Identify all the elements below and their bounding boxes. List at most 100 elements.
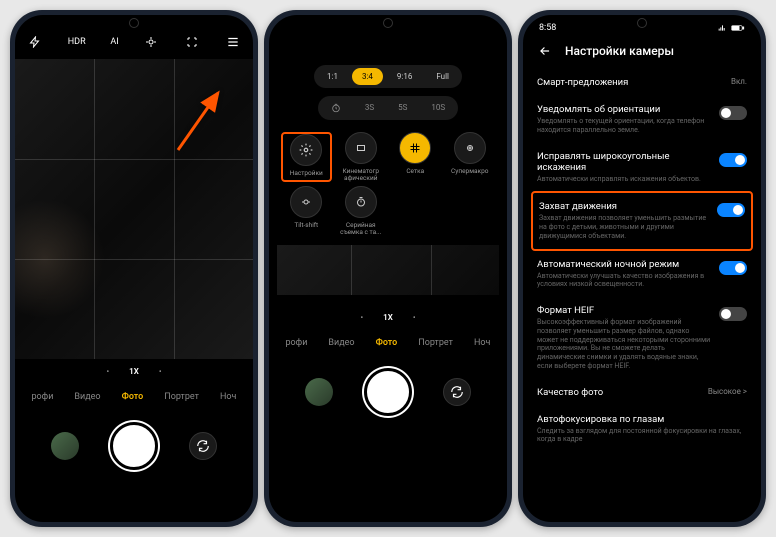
zoom-tele[interactable]: • (159, 367, 162, 376)
mode-video[interactable]: Видео (74, 392, 100, 402)
toggle-switch[interactable] (719, 307, 747, 321)
tool-burst-label: Серийная съемка с та... (337, 222, 385, 236)
mode-photo[interactable]: Фото (376, 338, 398, 348)
setting-description: Высокоэффективный формат изображений поз… (537, 318, 711, 371)
setting-description: Следить за взглядом для постоянной фокус… (537, 427, 747, 445)
settings-list[interactable]: Смарт-предложения Вкл. Уведомлять об ори… (523, 69, 761, 452)
tool-tiltshift[interactable]: Tilt-shift (281, 186, 332, 236)
aspect-full[interactable]: Full (426, 68, 459, 85)
mode-portrait[interactable]: Портрет (164, 392, 199, 402)
tool-settings[interactable]: Настройки (281, 132, 332, 182)
camera-tools-grid: Настройки Кинематогр афический Сетка Суп… (277, 120, 499, 241)
ai-toggle[interactable]: AI (110, 37, 118, 47)
mode-photo[interactable]: Фото (122, 392, 144, 402)
filter-icon[interactable] (143, 34, 159, 50)
setting-label: Захват движения (539, 201, 709, 212)
setting-label: Исправлять широкоугольные искажения (537, 151, 711, 173)
timer-icon[interactable] (321, 99, 351, 117)
setting-description: Уведомлять о текущей ориентации, когда т… (537, 117, 711, 135)
burst-icon (345, 186, 377, 218)
aspect-3-4[interactable]: 3:4 (352, 68, 383, 85)
mode-night[interactable]: Ноч (474, 338, 490, 348)
zoom-tele[interactable]: • (413, 313, 416, 322)
camera-app-screen-expanded: 1:1 3:4 9:16 Full 3S 5S 10S Настройки Ки… (269, 15, 507, 522)
setting-description: Автоматически исправлять искажения объек… (537, 175, 711, 184)
mode-video[interactable]: Видео (328, 338, 354, 348)
setting-value: Высокое > (708, 387, 747, 398)
settings-header: Настройки камеры (523, 37, 761, 69)
phone-frame-1: HDR AI • 1X • рофи Видео Фото Портрет Но… (10, 10, 258, 527)
camera-notch (129, 18, 139, 28)
lens-glare (15, 199, 105, 319)
menu-icon[interactable] (225, 34, 241, 50)
zoom-1x[interactable]: 1X (129, 367, 139, 376)
shutter-row (269, 356, 507, 428)
camera-notch (637, 18, 647, 28)
toggle-switch[interactable] (719, 153, 747, 167)
zoom-wide[interactable]: • (106, 367, 109, 376)
switch-camera-button[interactable] (443, 378, 471, 406)
setting-smart-suggestions[interactable]: Смарт-предложения Вкл. (537, 69, 747, 96)
toggle-switch[interactable] (719, 106, 747, 120)
aspect-9-16[interactable]: 9:16 (387, 68, 422, 85)
zoom-selector: • 1X • (15, 359, 253, 384)
zoom-1x[interactable]: 1X (383, 313, 393, 322)
setting-label: Качество фото (537, 387, 603, 398)
flash-icon[interactable] (27, 34, 43, 50)
mode-night[interactable]: Ноч (220, 392, 236, 402)
phone-frame-2: 1:1 3:4 9:16 Full 3S 5S 10S Настройки Ки… (264, 10, 512, 527)
hdr-toggle[interactable]: HDR (68, 37, 86, 47)
timer-5s[interactable]: 5S (388, 99, 417, 117)
mode-pro[interactable]: рофи (32, 392, 54, 402)
mode-portrait[interactable]: Портрет (418, 338, 453, 348)
signal-icon (717, 24, 727, 32)
page-title: Настройки камеры (565, 44, 674, 58)
setting-eye-autofocus: Автофокусировка по глазам Следить за взг… (537, 406, 747, 453)
mode-pro[interactable]: рофи (286, 338, 308, 348)
switch-camera-button[interactable] (189, 432, 217, 460)
camera-notch (383, 18, 393, 28)
gallery-thumbnail[interactable] (305, 378, 333, 406)
tiltshift-icon (290, 186, 322, 218)
setting-label: Смарт-предложения (537, 77, 628, 88)
tool-cinematic[interactable]: Кинематогр афический (336, 132, 387, 182)
setting-orientation-notify: Уведомлять об ориентации Уведомлять о те… (537, 96, 747, 143)
toggle-switch[interactable] (717, 203, 745, 217)
setting-motion-capture: Захват движения Захват движения позволяе… (531, 191, 753, 250)
tool-settings-label: Настройки (290, 170, 323, 177)
setting-photo-quality[interactable]: Качество фото Высокое > (537, 379, 747, 406)
zoom-wide[interactable]: • (360, 313, 363, 322)
gallery-thumbnail[interactable] (51, 432, 79, 460)
setting-label: Автоматический ночной режим (537, 259, 711, 270)
mode-selector: рофи Видео Фото Портрет Ноч (269, 330, 507, 356)
tool-tiltshift-label: Tilt-shift (294, 222, 318, 229)
setting-label: Уведомлять об ориентации (537, 104, 711, 115)
timer-3s[interactable]: 3S (355, 99, 384, 117)
shutter-button[interactable] (364, 368, 412, 416)
battery-icon (731, 24, 745, 32)
toggle-switch[interactable] (719, 261, 747, 275)
phone-frame-3: 8:58 Настройки камеры Смарт-предложения … (518, 10, 766, 527)
tool-grid[interactable]: Сетка (390, 132, 441, 182)
frame-icon (345, 132, 377, 164)
tool-macro[interactable]: Супермакро (445, 132, 496, 182)
mode-selector: рофи Видео Фото Портрет Ноч (15, 384, 253, 410)
setting-auto-night-mode: Автоматический ночной режим Автоматическ… (537, 251, 747, 298)
tool-grid-label: Сетка (406, 168, 424, 175)
timer-10s[interactable]: 10S (421, 99, 455, 117)
aspect-1-1[interactable]: 1:1 (317, 68, 348, 85)
aspect-ratio-selector: 1:1 3:4 9:16 Full (314, 65, 462, 88)
shutter-row (15, 410, 253, 482)
tool-burst[interactable]: Серийная съемка с та... (336, 186, 387, 236)
back-icon[interactable] (537, 43, 553, 59)
camera-app-screen: HDR AI • 1X • рофи Видео Фото Портрет Но… (15, 15, 253, 522)
grid-icon (399, 132, 431, 164)
timer-selector: 3S 5S 10S (318, 96, 458, 120)
setting-description: Автоматически улучшать качество изображе… (537, 272, 711, 290)
camera-viewfinder[interactable] (277, 245, 499, 295)
setting-description: Захват движения позволяет уменьшить разм… (539, 214, 709, 240)
tool-cinematic-label: Кинематогр афический (337, 168, 385, 182)
macro-icon (454, 132, 486, 164)
focus-icon[interactable] (184, 34, 200, 50)
shutter-button[interactable] (110, 422, 158, 470)
